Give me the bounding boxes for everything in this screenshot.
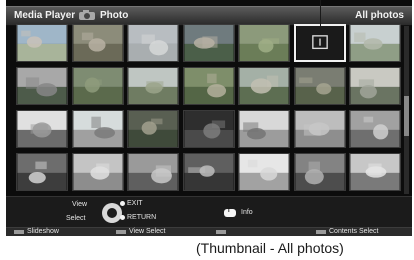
thumb-27[interactable] (293, 153, 346, 191)
dial-center (107, 208, 117, 218)
photo-thumbnail-image (128, 111, 178, 147)
photo-thumbnail-image (239, 154, 289, 190)
photo-thumbnail-image (183, 68, 234, 104)
thumb-19[interactable] (238, 110, 290, 148)
info-button-icon[interactable]: i (224, 208, 236, 217)
app-title: Media Player (14, 10, 76, 21)
callout-line (320, 0, 321, 30)
photo-thumbnail-image (72, 154, 123, 190)
photo-thumbnail-image (294, 154, 345, 190)
tv-screen: Media Player Photo All photos View Selec… (6, 0, 412, 236)
view-label: View (72, 201, 88, 208)
photo-thumbnail-image (128, 154, 178, 190)
section-title: Photo (100, 10, 129, 21)
photo-thumbnail-image (183, 111, 234, 147)
photo-thumbnail-image (294, 68, 345, 104)
thumb-10[interactable] (127, 67, 179, 105)
thumb-7[interactable] (349, 24, 401, 62)
remote-dial-icon (102, 203, 122, 223)
filter-label[interactable]: All photos (355, 10, 404, 21)
photo-thumbnail-image (183, 154, 234, 190)
photo-thumbnail-image (17, 25, 67, 61)
camera-icon (79, 10, 95, 20)
thumb-14[interactable] (349, 67, 401, 105)
photo-thumbnail-image (128, 68, 178, 104)
photo-thumbnail-image (350, 111, 400, 147)
thumb-26[interactable] (238, 153, 290, 191)
photo-thumbnail-image (72, 68, 123, 104)
contents-select-label[interactable]: Contents Select (329, 228, 378, 235)
photo-thumbnail-image (183, 25, 234, 61)
thumb-3[interactable] (127, 24, 179, 62)
photo-thumbnail-image (17, 111, 67, 147)
slideshow-label[interactable]: Slideshow (27, 228, 59, 235)
thumb-17[interactable] (127, 110, 179, 148)
thumb-15[interactable] (16, 110, 68, 148)
thumb-25[interactable] (182, 153, 235, 191)
thumb-1[interactable] (16, 24, 68, 62)
photo-thumbnail-image (72, 111, 123, 147)
photo-thumbnail-image (17, 154, 67, 190)
photo-thumbnail-image (239, 111, 289, 147)
thumb-18[interactable] (182, 110, 235, 148)
photo-thumbnail-image (72, 25, 123, 61)
thumb-2[interactable] (71, 24, 124, 62)
photo-thumbnail-image (17, 68, 67, 104)
thumb-12[interactable] (238, 67, 290, 105)
photo-thumbnail-image (350, 68, 400, 104)
thumb-5[interactable] (238, 24, 290, 62)
thumb-16[interactable] (71, 110, 124, 148)
info-label[interactable]: Info (241, 209, 253, 216)
thumb-23[interactable] (71, 153, 124, 191)
thumb-28[interactable] (349, 153, 401, 191)
thumb-4[interactable] (182, 24, 235, 62)
photo-thumbnail-image (350, 25, 400, 61)
folder-placeholder-icon (296, 26, 343, 60)
bottom-guide: View Select EXIT RETURN i Info Slideshow… (6, 196, 412, 236)
top-bar: Media Player Photo All photos (6, 6, 412, 26)
thumb-24[interactable] (127, 153, 179, 191)
return-dot-icon (120, 215, 125, 220)
figure-caption: (Thumbnail - All photos) (196, 240, 344, 256)
photo-thumbnail-image (350, 154, 400, 190)
color-key-blank-icon (216, 230, 226, 234)
thumb-20[interactable] (293, 110, 346, 148)
thumbnail-grid (16, 24, 402, 196)
photo-thumbnail-image (128, 25, 178, 61)
color-key-view-select-icon (116, 230, 126, 234)
thumb-21[interactable] (349, 110, 401, 148)
thumb-8[interactable] (16, 67, 68, 105)
color-key-bar: Slideshow View Select Contents Select (6, 227, 412, 236)
scrollbar-thumb[interactable] (404, 96, 409, 136)
scrollbar[interactable] (404, 26, 409, 194)
view-select-label[interactable]: View Select (129, 228, 165, 235)
thumb-11[interactable] (182, 67, 235, 105)
thumb-13[interactable] (293, 67, 346, 105)
exit-label[interactable]: EXIT (127, 200, 143, 207)
color-key-contents-select-icon (316, 230, 326, 234)
photo-thumbnail-image (239, 25, 289, 61)
exit-dot-icon (120, 201, 125, 206)
thumb-22[interactable] (16, 153, 68, 191)
photo-thumbnail-image (239, 68, 289, 104)
thumb-9[interactable] (71, 67, 124, 105)
color-key-slideshow-icon (14, 230, 24, 234)
photo-thumbnail-image (294, 111, 345, 147)
info-glyph: i (228, 208, 230, 214)
return-label[interactable]: RETURN (127, 214, 156, 221)
select-label: Select (66, 215, 86, 222)
